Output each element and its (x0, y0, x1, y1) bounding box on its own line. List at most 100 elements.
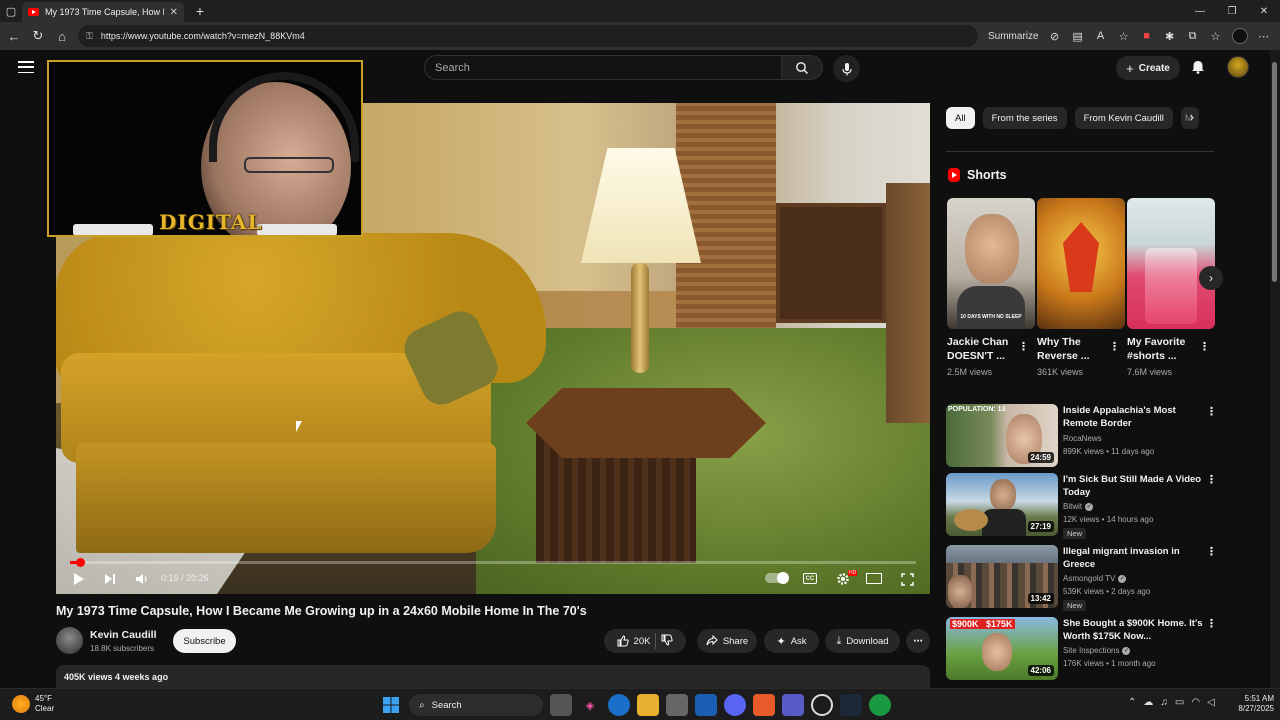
chevron-up-icon[interactable]: ⌃ (1128, 697, 1136, 708)
video-title-link[interactable]: I'm Sick But Still Made A Video Today (1063, 473, 1203, 499)
tab-close-icon[interactable]: ✕ (170, 7, 178, 18)
wifi-icon[interactable]: ◠ (1191, 697, 1200, 708)
ask-button[interactable]: ✦ Ask (764, 629, 819, 653)
weather-widget[interactable]: 45°F Clear (12, 694, 54, 714)
channel-avatar[interactable] (56, 627, 83, 654)
play-button[interactable] (70, 570, 88, 588)
video-thumbnail[interactable]: $900K $175K 42:06 (946, 617, 1058, 680)
progress-bar[interactable] (70, 561, 916, 564)
short-title[interactable]: My Favorite #shorts ... (1127, 335, 1197, 363)
cloud-icon[interactable]: ☁ (1143, 697, 1153, 708)
video-thumbnail[interactable]: 27:19 (946, 473, 1058, 536)
scrollbar-thumb[interactable] (1272, 62, 1277, 282)
store-icon[interactable] (666, 694, 688, 716)
video-thumbnail[interactable]: POPULATION: 13 24:59 (946, 404, 1058, 467)
task-view-icon[interactable] (550, 694, 572, 716)
home-button[interactable]: ⌂ (50, 24, 74, 48)
more-vertical-icon[interactable]: ⋮ (1018, 340, 1029, 353)
chip-from-channel[interactable]: From Kevin Caudill (1074, 107, 1173, 129)
more-vertical-icon[interactable]: ⋮ (1199, 340, 1210, 353)
reader-view-icon[interactable]: ▤ (1071, 29, 1085, 43)
video-thumbnail[interactable]: 13:42 (946, 545, 1058, 608)
subscribe-button[interactable]: Subscribe (173, 629, 236, 653)
more-menu-icon[interactable]: ⋯ (1257, 29, 1271, 43)
dislike-button[interactable] (661, 634, 674, 649)
taskbar-search[interactable]: ⌕ Search (409, 694, 543, 716)
video-channel[interactable]: Bitwit ✓ (1063, 502, 1094, 511)
minimize-icon[interactable]: — (1184, 0, 1216, 22)
video-channel[interactable]: Site Inspections ✓ (1063, 646, 1131, 655)
search-button[interactable] (781, 55, 823, 80)
extensions-puzzle-icon[interactable]: ✱ (1163, 29, 1177, 43)
site-info-icon[interactable]: ⚿ (86, 31, 93, 42)
brave-icon[interactable] (753, 694, 775, 716)
video-channel[interactable]: Asmongold TV ✓ (1063, 574, 1127, 583)
split-screen-icon[interactable]: ⧉ (1186, 29, 1200, 43)
mute-button[interactable] (132, 570, 150, 588)
voice-search-button[interactable] (833, 55, 860, 82)
url-field[interactable]: ⚿ https://www.youtube.com/watch?v=mezN_8… (78, 25, 978, 47)
favorite-star-icon[interactable]: ☆ (1117, 29, 1131, 43)
xbox-icon[interactable] (869, 694, 891, 716)
more-vertical-icon[interactable]: ⋮ (1206, 405, 1217, 418)
channel-name[interactable]: Kevin Caudill (90, 629, 157, 641)
captions-icon[interactable]: CC (803, 573, 817, 584)
speaker-icon[interactable]: ◁ (1207, 697, 1215, 708)
more-vertical-icon[interactable]: ⋮ (1206, 617, 1217, 630)
maximize-icon[interactable]: ❐ (1216, 0, 1248, 22)
download-button[interactable]: ⤓ Download (825, 629, 900, 653)
copilot-summary-icon[interactable]: ⊘ (1048, 29, 1062, 43)
video-title-link[interactable]: She Bought a $900K Home. It's Worth $175… (1063, 617, 1203, 643)
display-icon[interactable]: ▭ (1175, 697, 1184, 708)
guide-menu-icon[interactable] (18, 61, 34, 73)
more-vertical-icon[interactable]: ⋮ (1206, 545, 1217, 558)
share-button[interactable]: Share (697, 629, 757, 653)
outlook-icon[interactable] (695, 694, 717, 716)
short-thumbnail[interactable] (1037, 198, 1125, 329)
back-button[interactable]: ← (2, 24, 26, 48)
short-thumbnail[interactable] (1127, 198, 1215, 329)
search-input[interactable]: Search (424, 55, 782, 80)
discord-icon[interactable] (724, 694, 746, 716)
profile-icon[interactable] (1231, 28, 1248, 44)
more-actions-button[interactable]: ⋯ (906, 629, 930, 653)
translate-icon[interactable]: A (1094, 29, 1108, 43)
extension-icon[interactable]: ■ (1140, 29, 1154, 43)
create-button[interactable]: + Create (1116, 56, 1180, 80)
edge-browser-icon[interactable] (608, 694, 630, 716)
autoplay-toggle[interactable] (765, 572, 789, 584)
chip-all[interactable]: All (946, 107, 975, 129)
video-title-link[interactable]: Inside Appalachia's Most Remote Border (1063, 404, 1203, 430)
more-vertical-icon[interactable]: ⋮ (1109, 340, 1120, 353)
teams-icon[interactable] (782, 694, 804, 716)
tab-actions-icon[interactable]: ▢ (0, 0, 22, 22)
fullscreen-button[interactable] (899, 570, 915, 588)
like-button[interactable]: 20K (617, 635, 650, 647)
account-avatar[interactable] (1227, 56, 1249, 78)
favorites-icon[interactable]: ☆ (1209, 29, 1223, 43)
file-explorer-icon[interactable] (637, 694, 659, 716)
new-tab-button[interactable]: + (190, 3, 210, 19)
video-channel[interactable]: RocaNews (1063, 434, 1102, 443)
refresh-button[interactable]: ↻ (26, 24, 50, 48)
close-window-icon[interactable]: ✕ (1248, 0, 1280, 22)
windows-start-icon[interactable] (380, 694, 402, 716)
notifications-button[interactable] (1190, 59, 1206, 75)
chip-from-series[interactable]: From the series (982, 107, 1067, 129)
theater-mode-icon[interactable] (866, 573, 882, 584)
shorts-next-button[interactable]: › (1199, 266, 1223, 290)
video-title-link[interactable]: Illegal migrant invasion in Greece (1063, 545, 1203, 571)
short-thumbnail[interactable]: 10 DAYS WITH NO SLEEP (947, 198, 1035, 329)
summarize-button[interactable]: Summarize (988, 31, 1039, 42)
short-title[interactable]: Jackie Chan DOESN'T ... (947, 335, 1017, 363)
chatgpt-icon[interactable] (811, 694, 833, 716)
more-vertical-icon[interactable]: ⋮ (1206, 473, 1217, 486)
copilot-app-icon[interactable]: ◈ (579, 694, 601, 716)
browser-tab-youtube[interactable]: My 1973 Time Capsule, How I Be... ✕ (22, 2, 184, 22)
chevron-right-icon[interactable]: › (1190, 110, 1194, 124)
short-title[interactable]: Why The Reverse ... (1037, 335, 1107, 363)
taskbar-clock[interactable]: 5:51 AM 8/27/2025 (1226, 694, 1274, 714)
steam-icon[interactable] (840, 694, 862, 716)
next-button[interactable] (101, 570, 119, 588)
mic-tray-icon[interactable]: ♫ (1160, 697, 1168, 708)
